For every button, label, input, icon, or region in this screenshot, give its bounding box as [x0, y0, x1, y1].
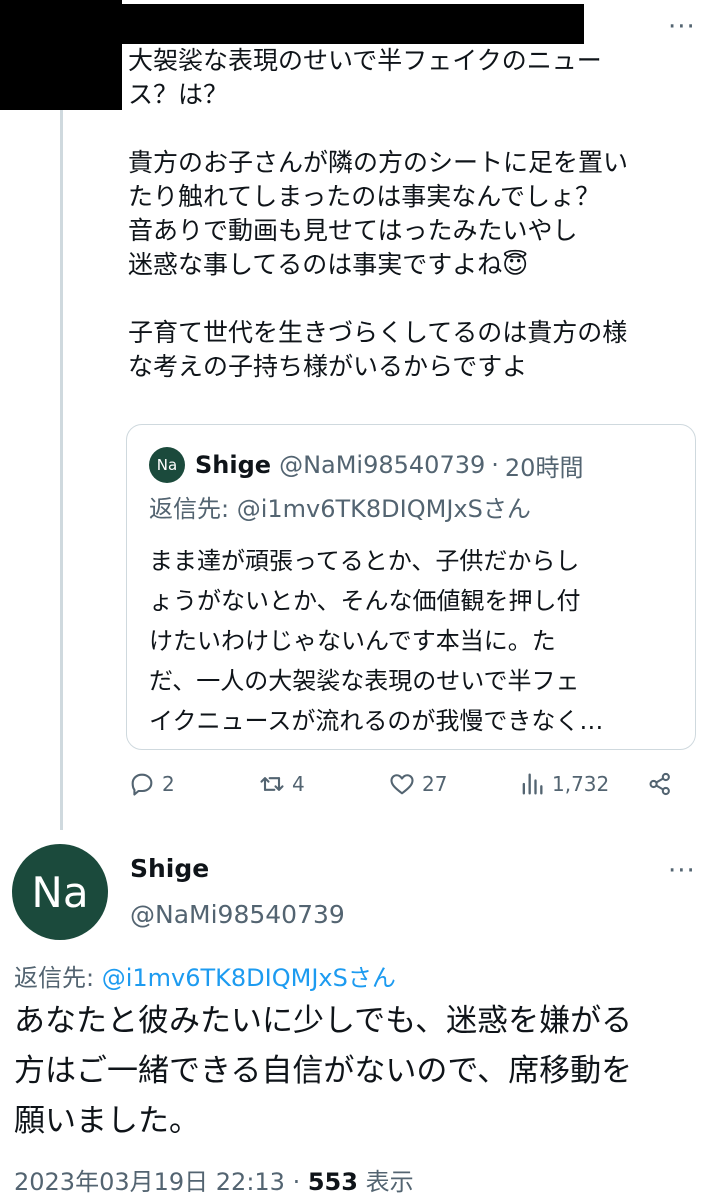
more-options-icon[interactable]: ··· [668, 12, 696, 42]
view-count: 553 [307, 1168, 358, 1196]
reply-to-line: 返信先: @i1mv6TK8DIQMJxSさん [14, 958, 396, 993]
quoted-timestamp[interactable]: 20時間 [505, 448, 584, 483]
views-count: 1,732 [552, 772, 610, 796]
retweet-icon [260, 777, 284, 791]
reply-button[interactable]: 2 [128, 770, 175, 798]
quoted-avatar[interactable]: Na [149, 447, 185, 483]
tweet-text: あなたと彼みたいに少しでも、迷惑を嫌がる 方はご一緒できる自信がないので、席移動… [14, 1003, 633, 1139]
redacted-author-name [122, 4, 584, 44]
quoted-author-handle: @NaMi98540739 [279, 451, 486, 479]
retweet-count: 4 [292, 772, 305, 796]
share-icon [649, 772, 670, 796]
tweet-date[interactable]: 2023年03月19日 22:13 [14, 1168, 285, 1196]
author-name[interactable]: Shige [130, 854, 209, 883]
reply-to-mention-link[interactable]: @i1mv6TK8DIQMJxSさん [102, 964, 396, 992]
view-label: 表示 [357, 1168, 414, 1196]
reply-to-label: 返信先: [14, 964, 102, 992]
quoted-tweet-header: Na Shige @NaMi98540739 · 20時間 [149, 447, 583, 483]
views-button[interactable]: 1,732 [518, 770, 609, 798]
tweet-meta: 2023年03月19日 22:13 · 553 表示 [14, 1162, 414, 1197]
author-avatar[interactable]: Na [12, 844, 108, 940]
like-button[interactable]: 27 [388, 770, 447, 798]
retweet-button[interactable]: 4 [258, 770, 305, 798]
like-count: 27 [422, 772, 448, 796]
reply-count: 2 [162, 772, 175, 796]
views-icon [522, 773, 543, 795]
share-button[interactable] [646, 770, 680, 798]
separator-dot: · [284, 1168, 308, 1196]
quoted-reply-to: 返信先: @i1mv6TK8DIQMJxSさん [149, 495, 531, 523]
author-handle[interactable]: @NaMi98540739 [130, 900, 345, 929]
separator-dot: · [491, 451, 499, 479]
quoted-tweet-card[interactable]: Na Shige @NaMi98540739 · 20時間 返信先: @i1mv… [126, 424, 696, 750]
redacted-avatar [0, 0, 122, 110]
thread-connector-line [60, 110, 63, 830]
quoted-author-name[interactable]: Shige [195, 451, 271, 479]
tweet-action-bar: 2 4 27 1,732 [128, 770, 688, 806]
more-options-icon[interactable]: ··· [668, 856, 696, 886]
heart-icon [390, 774, 414, 795]
quoted-tweet-text: まま達が頑張ってるとか、子供だからし ょうがないとか、そんな価値観を押し付 けた… [149, 547, 604, 735]
tweet-text: 大袈裟な表現のせいで半フェイクのニュー ス？は？ 貴方のお子さんが隣の方のシート… [128, 46, 629, 381]
reply-icon [131, 773, 153, 796]
